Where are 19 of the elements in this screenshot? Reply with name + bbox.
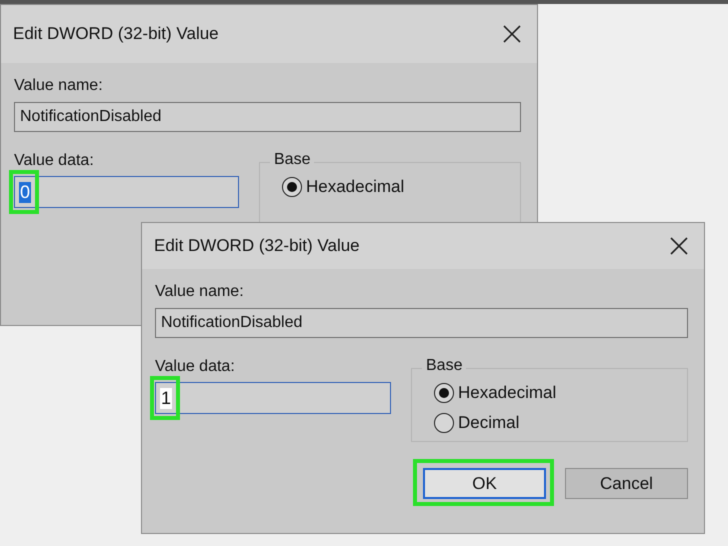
close-icon: [503, 25, 521, 43]
radio-option[interactable]: Hexadecimal: [434, 383, 687, 403]
window-title: Edit DWORD (32-bit) Value: [154, 236, 360, 256]
value-name-field[interactable]: NotificationDisabled: [155, 308, 688, 338]
close-icon: [670, 237, 688, 255]
value-data-field[interactable]: 0: [14, 176, 239, 208]
dialog-button[interactable]: Cancel: [565, 468, 688, 499]
field-label: Value data:: [155, 358, 236, 376]
dialog-button[interactable]: OK: [423, 468, 546, 499]
close-button[interactable]: [668, 235, 690, 257]
field-label: Value name:: [155, 283, 245, 301]
value-data-field[interactable]: 1: [155, 382, 391, 414]
window-title: Edit DWORD (32-bit) Value: [13, 24, 219, 44]
value-name-field[interactable]: NotificationDisabled: [14, 102, 521, 132]
field-label: Value name:: [14, 77, 104, 95]
field-label: Value data:: [14, 152, 95, 170]
close-button[interactable]: [501, 23, 523, 45]
radio-option[interactable]: Decimal: [434, 413, 687, 433]
radio-option[interactable]: Hexadecimal: [282, 177, 520, 197]
